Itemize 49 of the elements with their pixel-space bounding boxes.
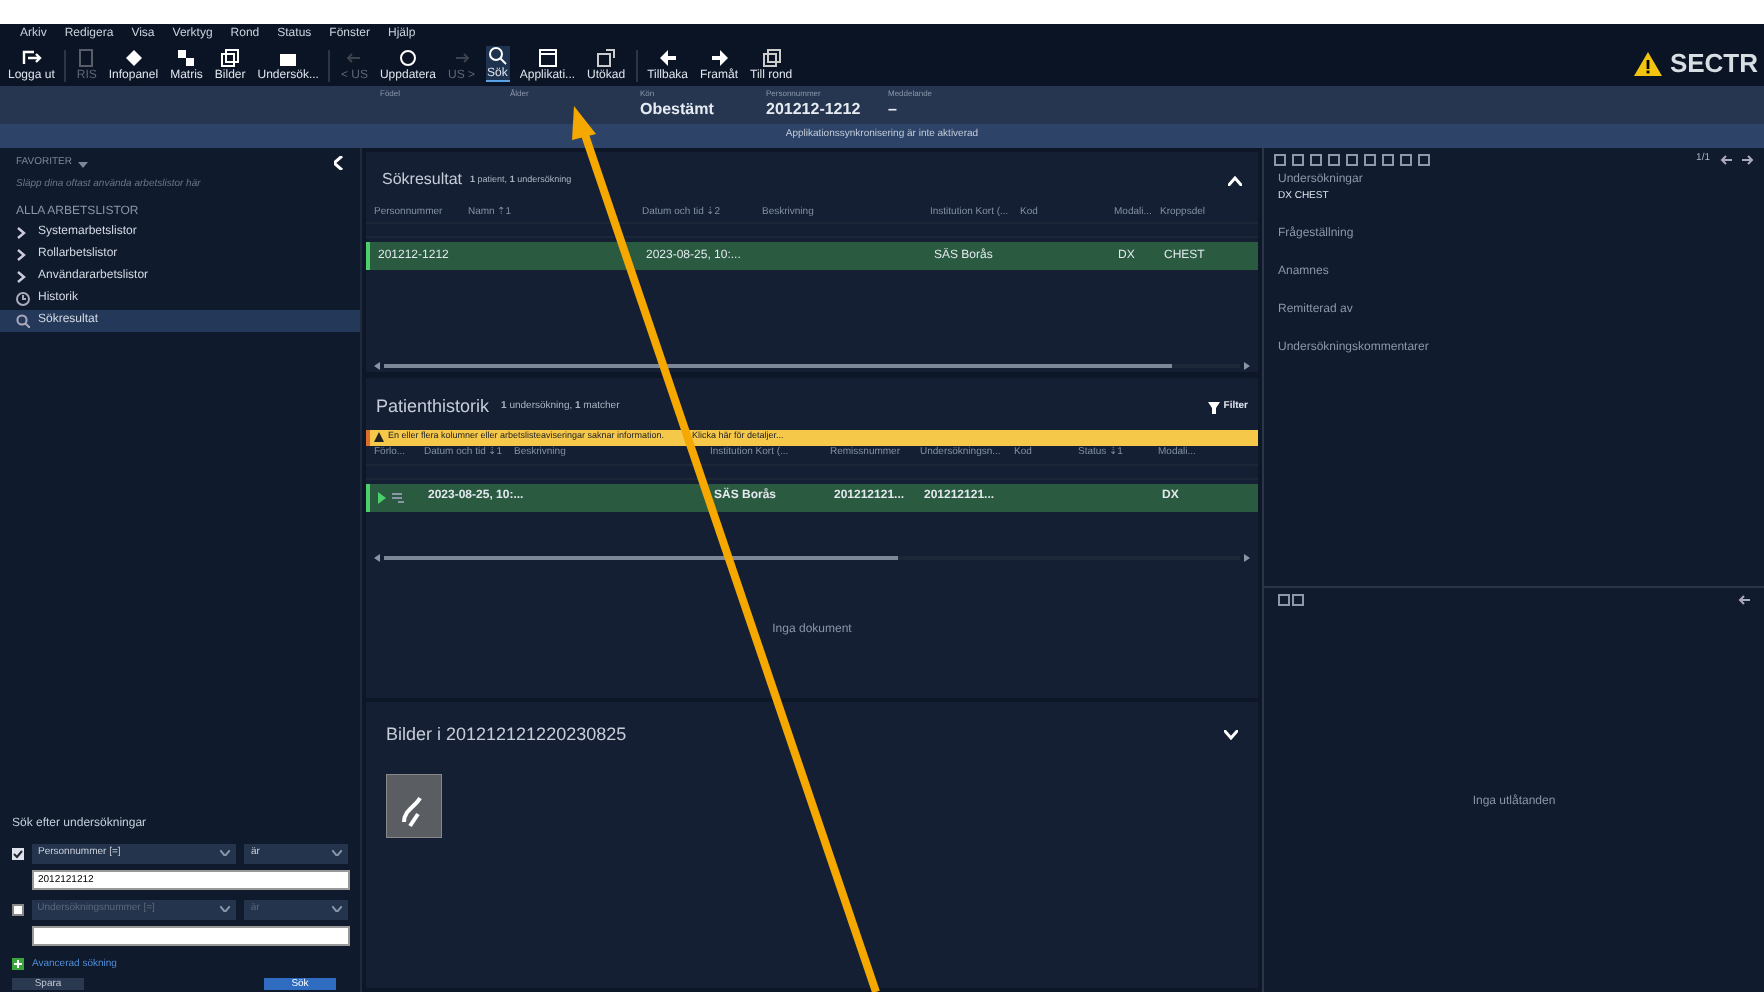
- logout-icon: [21, 48, 42, 68]
- brand-logo-text: SECTR: [1669, 50, 1758, 76]
- chevron-down-icon: [332, 850, 342, 856]
- filter-icon: [1207, 401, 1220, 414]
- arrow-right-icon: [1742, 154, 1754, 166]
- arrow-left-icon: [1720, 154, 1732, 166]
- arrow-left-icon: [1738, 594, 1750, 606]
- input-field[interactable]: [32, 925, 350, 945]
- arrow-left-icon: [344, 48, 365, 68]
- panel-title: Patienthistorik: [376, 394, 490, 420]
- checkmark-icon: [12, 847, 24, 859]
- collapse-icon: [334, 156, 344, 171]
- field-value: –: [888, 100, 899, 120]
- clock-icon: [16, 292, 30, 306]
- scroll-left-icon: [374, 553, 380, 561]
- diamond-icon: [123, 48, 144, 68]
- expand-icon: [596, 48, 617, 68]
- warning-icon: [1633, 51, 1662, 75]
- refresh-icon: [397, 48, 418, 68]
- warning-icon: [374, 432, 384, 442]
- arrow-right-icon: [451, 48, 472, 68]
- collapse-icon: [1228, 175, 1242, 185]
- play-icon: [378, 491, 406, 503]
- grid-icon: [176, 48, 197, 68]
- search-icon: [487, 46, 508, 66]
- stacked-windows-icon: [220, 48, 241, 68]
- chevron-down-icon: [332, 906, 342, 912]
- chevron-down-icon: [220, 906, 231, 912]
- scrollbar-thumb[interactable]: [384, 364, 1172, 368]
- search-icon: [16, 314, 30, 328]
- image-thumbnail: [386, 773, 442, 837]
- caret-icon: [77, 159, 88, 168]
- expand-icon: [1224, 730, 1238, 741]
- scrollbar-thumb[interactable]: [384, 555, 898, 559]
- scroll-left-icon: [374, 362, 380, 370]
- stacked-windows-icon: [761, 48, 782, 68]
- chevron-down-icon: [220, 850, 231, 856]
- arrow-left-icon: [657, 48, 678, 68]
- panel-title: Bilder i 201212121220230825: [386, 722, 627, 748]
- scroll-right-icon: [1244, 553, 1250, 561]
- window-icon: [537, 48, 558, 68]
- document-icon: [76, 48, 97, 68]
- checkbox[interactable]: [12, 847, 24, 859]
- scroll-right-icon: [1244, 362, 1250, 370]
- panel-title: Sökresultat: [382, 168, 463, 192]
- field-value: Obestämt: [640, 100, 716, 120]
- field-value: 201212-1212: [766, 100, 863, 120]
- plus-icon: [12, 958, 24, 971]
- arrow-right-icon: [709, 48, 730, 68]
